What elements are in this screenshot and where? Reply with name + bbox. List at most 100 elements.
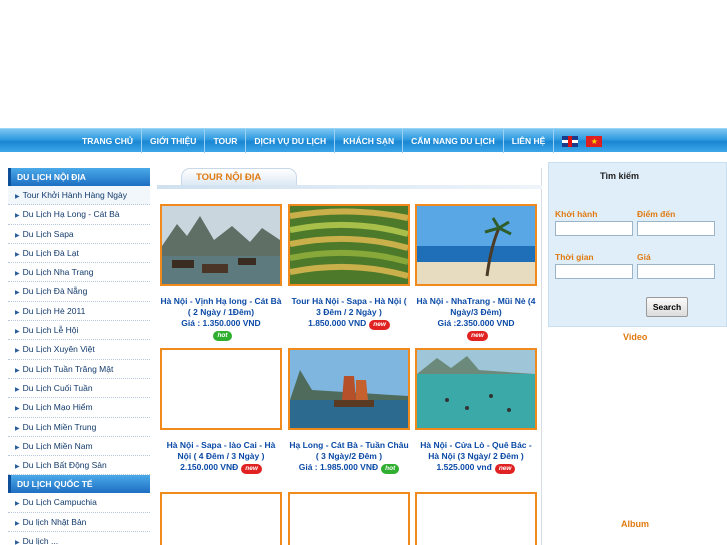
arrow-right-icon: ▶ [15,406,20,413]
nav-contact[interactable]: LIÊN HỆ [504,129,555,153]
arrow-right-icon: ▶ [15,540,20,545]
sidebar-domestic-item-label: Du Lịch Đà Lạt [22,247,79,258]
tour-thumbnail[interactable] [288,348,410,430]
sidebar-domestic-item-label: Du Lịch Xuyên Việt [22,344,95,355]
tour-price-text: 1.850.000 VND [308,318,367,328]
tour-thumbnail[interactable] [415,492,537,545]
nav-services[interactable]: DỊCH VỤ DU LỊCH [246,129,336,153]
sidebar-intl-item[interactable]: ▶ Du Lịch Campuchia [8,493,150,513]
sidebar-intl-item[interactable]: ▶ Du lịch Nhật Bản [8,513,150,533]
sidebar-domestic-item[interactable]: ▶ Du Lịch Hè 2011 [8,302,150,322]
tour-caption[interactable]: Tour Hà Nội - Sapa - Hà Nội ( 3 Đêm / 2 … [288,296,410,318]
nav-hotels[interactable]: KHÁCH SẠN [335,129,404,153]
tour-price-text: 1.525.000 vnđ [436,462,492,472]
destination-input[interactable] [637,221,715,236]
tour-caption[interactable]: Hà Nội - Vịnh Hạ long - Cát Bà ( 2 Ngày … [160,296,282,318]
nav-handbook[interactable]: CẨM NANG DU LỊCH [403,129,504,153]
badge-row: new [415,329,537,341]
search-button[interactable]: Search [646,297,688,317]
tour-card-empty[interactable] [415,492,537,545]
tour-card-empty[interactable] [160,492,282,545]
tour-thumbnail[interactable] [288,492,410,545]
tour-thumbnail[interactable] [160,492,282,545]
sidebar-domestic-item-label: Du Lịch Miền Trung [22,421,97,432]
arrow-right-icon: ▶ [15,425,20,432]
sidebar-domestic-item[interactable]: ▶ Tour Khởi Hành Hàng Ngày [8,186,150,206]
sidebar-domestic-item[interactable]: ▶ Du Lịch Đà Nẵng [8,282,150,302]
new-badge-icon: new [369,320,390,330]
tour-price-text: Giá :2.350.000 VND [437,318,515,328]
new-badge-icon: new [494,464,516,474]
tour-card[interactable]: Hà Nội - NhaTrang - Mũi Nè (4 Ngày/3 Đêm… [415,204,537,341]
sidebar-intl-item[interactable]: ▶ Du lịch ... [8,532,150,545]
vietnam-flag-icon[interactable]: ★ [586,135,603,147]
arrow-right-icon: ▶ [15,290,20,297]
sidebar-domestic-item[interactable]: ▶ Du Lịch Sapa [8,225,150,244]
sidebar-domestic-item[interactable]: ▶ Du Lịch Xuyên Việt [8,340,150,360]
destination-label: Điểm đến [637,209,676,219]
depart-input[interactable] [555,221,633,236]
sidebar-domestic-item[interactable]: ▶ Du Lịch Mạo Hiểm [8,398,150,418]
sidebar-domestic-item-label: Du Lịch Mạo Hiểm [22,402,93,413]
sidebar-domestic-item[interactable]: ▶ Du Lịch Bất Động Sản [8,456,150,476]
nav-tour[interactable]: TOUR [205,129,247,153]
nav-items: TRANG CHỦ GIỚI THIỆU TOUR DỊCH VỤ DU LỊC… [74,129,603,153]
tour-price: Giá : 1.985.000 VNĐ hot [288,462,410,474]
price-input[interactable] [637,264,715,279]
video-title: Video [623,332,648,342]
sidebar-domestic-item[interactable]: ▶ Du Lịch Miền Nam [8,437,150,457]
sidebar-domestic-item-label: Du Lịch Tuần Trăng Mật [22,363,114,374]
tour-thumbnail[interactable] [160,204,282,286]
sidebar-domestic-item-label: Du Lịch Bất Động Sản [22,460,107,471]
sidebar-domestic-item[interactable]: ▶ Du Lịch Nha Trang [8,263,150,283]
sidebar-domestic-item-label: Du Lịch Nha Trang [22,267,94,278]
tour-price: 2.150.000 VNĐ new [160,462,282,474]
sidebar-intl-item-label: Du lịch Nhật Bản [22,516,87,527]
price-label: Giá [637,252,651,262]
tour-caption[interactable]: Hạ Long - Cát Bà - Tuần Châu ( 3 Ngày/2 … [288,440,410,462]
sidebar-domestic-item[interactable]: ▶ Du Lịch Hạ Long - Cát Bà [8,205,150,225]
nav-home[interactable]: TRANG CHỦ [74,129,142,153]
sidebar-domestic-item-label: Du Lịch Lễ Hội [22,325,79,336]
time-input[interactable] [555,264,633,279]
tour-card[interactable]: Hà Nội - Sapa - lào Cai - Hà Nội ( 4 Đêm… [160,348,282,474]
arrow-right-icon: ▶ [15,194,20,200]
tour-price: 1.525.000 vnđ new [415,462,537,474]
search-title: Tìm kiếm [600,171,640,181]
sidebar-domestic-item[interactable]: ▶ Du Lịch Đà Lạt [8,244,150,264]
tour-thumbnail[interactable] [415,204,537,286]
arrow-right-icon: ▶ [15,464,20,471]
arrow-right-icon: ▶ [15,501,20,508]
tour-card[interactable]: Hà Nội - Cửa Lò - Quê Bác - Hà Nội (3 Ng… [415,348,537,474]
sidebar-domestic-item[interactable]: ▶ Du Lịch Lễ Hội [8,321,150,341]
sidebar-domestic-item[interactable]: ▶ Du Lịch Miền Trung [8,418,150,437]
sidebar-intl-item-label: Du lịch ... [22,536,59,545]
sidebar-domestic-item[interactable]: ▶ Du Lịch Tuần Trăng Mật [8,360,150,379]
tour-thumbnail[interactable] [415,348,537,430]
tour-thumbnail[interactable] [160,348,282,430]
sidebar-domestic-item-label: Du Lịch Hạ Long - Cát Bà [22,209,120,220]
sidebar-domestic-title: DU LỊCH NỘI ĐỊA [8,168,150,186]
nav-about[interactable]: GIỚI THIỆU [142,129,206,153]
tour-price-text: Giá : 1.350.000 VND [181,318,261,328]
arrow-right-icon: ▶ [15,213,20,220]
arrow-right-icon: ▶ [15,444,20,451]
tour-card[interactable]: Hà Nội - Vịnh Hạ long - Cát Bà ( 2 Ngày … [160,204,282,341]
tour-caption[interactable]: Hà Nội - Sapa - lào Cai - Hà Nội ( 4 Đêm… [160,440,282,462]
tour-price: 1.850.000 VND new [288,318,410,330]
tour-caption[interactable]: Hà Nội - NhaTrang - Mũi Nè (4 Ngày/3 Đêm… [415,296,537,318]
tour-price-text: Giá : 1.985.000 VNĐ [298,462,379,472]
tour-thumbnail[interactable] [288,204,410,286]
uk-flag-icon[interactable] [562,135,579,147]
sidebar-domestic-item[interactable]: ▶ Du Lịch Cuối Tuần [8,379,150,399]
section-tab-domestic-tours[interactable]: TOUR NỘI ĐỊA [181,168,297,185]
sidebar-domestic-item-label: Du Lịch Đà Nẵng [22,286,88,297]
tour-listing: TOUR NỘI ĐỊA Hà Nội - Vịnh Hạ long - Cát… [157,168,542,545]
tour-card[interactable]: Hạ Long - Cát Bà - Tuần Châu ( 3 Ngày/2 … [288,348,410,474]
sidebar-domestic-item-label: Tour Khởi Hành Hàng Ngày [22,190,127,200]
tour-card[interactable]: Tour Hà Nội - Sapa - Hà Nội ( 3 Đêm / 2 … [288,204,410,330]
sidebar-domestic-item-label: Du Lịch Sapa [22,228,74,239]
tour-card-empty[interactable] [288,492,410,545]
tour-price-text: 2.150.000 VNĐ [180,462,239,472]
tour-caption[interactable]: Hà Nội - Cửa Lò - Quê Bác - Hà Nội (3 Ng… [415,440,537,462]
